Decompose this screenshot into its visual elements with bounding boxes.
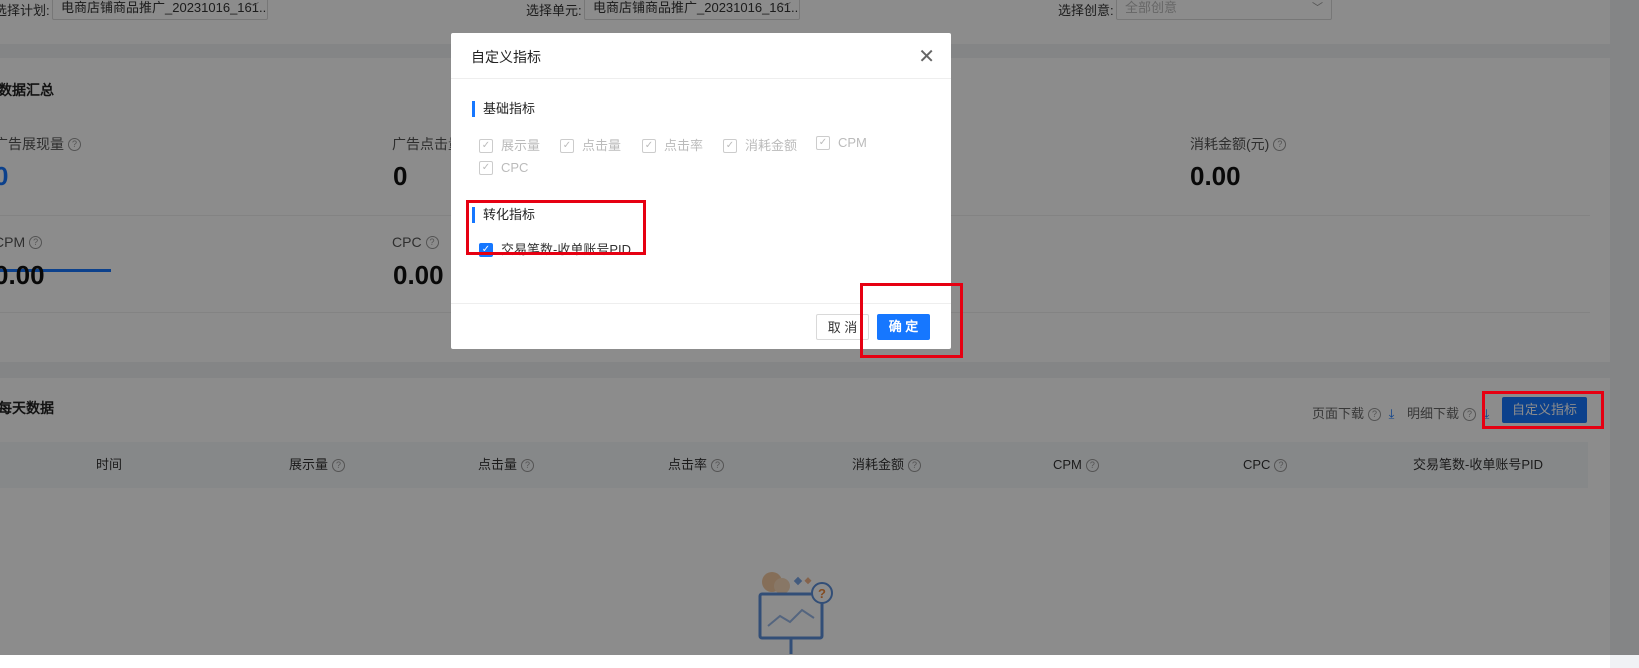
checkbox-label: 点击量 <box>582 138 622 153</box>
checkbox-label: CPM <box>838 135 867 150</box>
check-icon: ✓ <box>816 135 830 150</box>
modal-title: 自定义指标 <box>471 49 541 65</box>
checkbox-spend[interactable]: ✓ 消耗金额 <box>723 135 797 154</box>
close-icon[interactable]: ✕ <box>918 44 935 69</box>
highlight-box-confirm <box>860 283 963 358</box>
check-icon: ✓ <box>560 138 574 153</box>
checkbox-ctr[interactable]: ✓ 点击率 <box>642 135 703 154</box>
checkbox-label: 展示量 <box>501 138 541 153</box>
checkbox-label: 消耗金额 <box>745 138 798 153</box>
checkbox-label: 点击率 <box>664 138 704 153</box>
check-icon: ✓ <box>723 138 737 153</box>
check-icon: ✓ <box>479 160 493 175</box>
checkbox-cpm[interactable]: ✓ CPM <box>816 135 867 151</box>
check-icon: ✓ <box>479 138 493 153</box>
checkbox-cpc[interactable]: ✓ CPC <box>479 160 528 176</box>
modal-header: 自定义指标 ✕ <box>451 33 951 79</box>
check-icon: ✓ <box>642 138 656 153</box>
checkbox-impressions[interactable]: ✓ 展示量 <box>479 135 540 154</box>
highlight-box-conversion <box>466 200 646 255</box>
checkbox-label: CPC <box>501 160 529 175</box>
highlight-box-custom-button <box>1482 391 1604 429</box>
basic-metrics-title: 基础指标 <box>472 101 535 117</box>
checkbox-clicks[interactable]: ✓ 点击量 <box>560 135 621 154</box>
